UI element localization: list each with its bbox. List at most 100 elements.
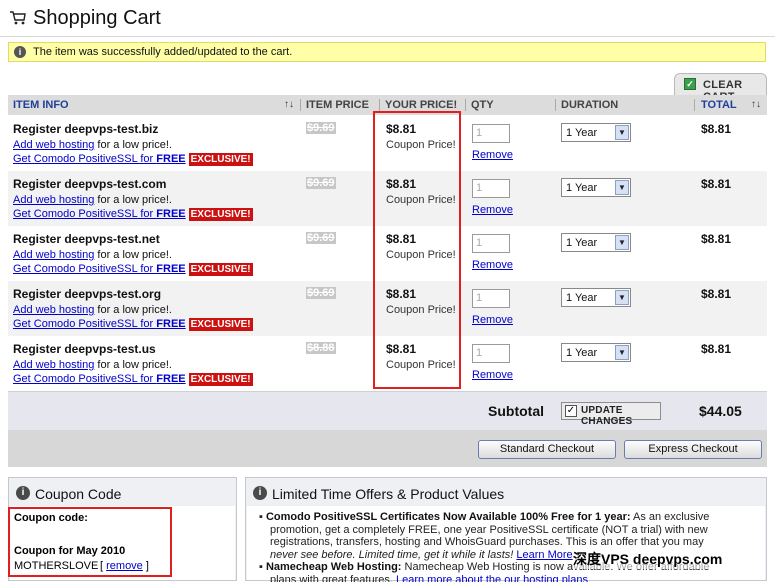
duration-select[interactable]: 1 Year ▼ [561,288,631,307]
quantity-input[interactable]: 1 [472,234,510,253]
column-item-price: ITEM PRICE [306,99,369,111]
hosting-suffix: for a low price!. [94,359,172,371]
quantity-input[interactable]: 1 [472,289,510,308]
remove-link[interactable]: Remove [472,314,513,326]
duration-select[interactable]: 1 Year ▼ [561,123,631,142]
notice-text: The item was successfully added/updated … [33,46,293,58]
item-total: $8.81 [701,177,732,191]
hosting-suffix: for a low price!. [94,249,172,261]
offer-ssl-title: Comodo PositiveSSL Certificates Now Avai… [265,511,631,523]
info-icon: i [14,46,26,58]
chevron-down-icon: ▼ [615,180,629,195]
sort-arrows-icon[interactable]: ↑↓ [751,99,761,110]
exclusive-badge: EXCLUSIVE! [188,153,253,166]
success-notice: i The item was successfully added/update… [8,42,766,62]
checkout-bar: Standard Checkout Express Checkout [8,430,767,467]
sort-arrows-icon[interactable]: ↑↓ [284,99,294,110]
duration-value: 1 Year [566,237,598,249]
offer-ssl-learn-more-link[interactable]: Learn More [516,549,572,561]
item-original-price: $8.88 [306,342,336,354]
subtotal-bar: Subtotal ✓ UPDATE CHANGES $44.05 [8,392,767,431]
column-divider [694,99,695,111]
duration-value: 1 Year [566,127,598,139]
remove-link[interactable]: Remove [472,204,513,216]
subtotal-label: Subtotal [488,403,544,419]
ssl-offer-link[interactable]: Get Comodo PositiveSSL for FREE [13,208,186,220]
add-hosting-link[interactable]: Add web hosting [13,194,94,206]
hosting-suffix: for a low price!. [94,304,172,316]
watermark: 深度VPS deepvps.com [573,549,723,569]
standard-checkout-button[interactable]: Standard Checkout [478,440,616,459]
ssl-link-text: Get Comodo PositiveSSL for [13,318,157,330]
column-your-price: YOUR PRICE! [385,99,458,111]
item-name: Register deepvps-test.us [13,342,156,356]
item-original-price: $9.69 [306,287,336,299]
duration-select[interactable]: 1 Year ▼ [561,343,631,362]
ssl-link-text: Get Comodo PositiveSSL for [13,373,157,385]
offer-ssl-line4: never see before. Limited time, get it w… [270,548,514,561]
item-total: $8.81 [701,287,732,301]
ssl-free-text: FREE [156,263,186,275]
ssl-free-text: FREE [156,373,186,385]
duration-value: 1 Year [566,347,598,359]
ssl-free-text: FREE [156,208,186,220]
ssl-offer-link[interactable]: Get Comodo PositiveSSL for FREE [13,153,186,165]
clear-cart-button[interactable]: ✓ CLEAR CART [674,73,767,103]
chevron-down-icon: ▼ [615,345,629,360]
exclusive-badge: EXCLUSIVE! [188,373,253,386]
duration-select[interactable]: 1 Year ▼ [561,233,631,252]
exclusive-badge: EXCLUSIVE! [188,263,253,276]
column-total[interactable]: TOTAL [701,99,737,111]
remove-link[interactable]: Remove [472,369,513,381]
offer-ssl-line3: registrations, transfers, hosting and Wh… [270,536,704,548]
ssl-offer-link[interactable]: Get Comodo PositiveSSL for FREE [13,263,186,275]
exclusive-badge: EXCLUSIVE! [188,318,253,331]
column-duration: DURATION [561,99,619,111]
add-hosting-link[interactable]: Add web hosting [13,359,94,371]
add-hosting-link[interactable]: Add web hosting [13,249,94,261]
duration-select[interactable]: 1 Year ▼ [561,178,631,197]
hosting-suffix: for a low price!. [94,194,172,206]
page-title: Shopping Cart [33,7,161,29]
chevron-down-icon: ▼ [615,235,629,250]
ssl-link-text: Get Comodo PositiveSSL for [13,263,157,275]
quantity-input[interactable]: 1 [472,344,510,363]
hosting-suffix: for a low price!. [94,139,172,151]
offer-ssl-line1: As an exclusive [630,511,710,523]
shopping-cart-icon [10,11,26,25]
express-checkout-button[interactable]: Express Checkout [624,440,762,459]
page-header: Shopping Cart [0,0,775,37]
item-name: Register deepvps-test.net [13,232,160,246]
column-item-info[interactable]: ITEM INFO [13,99,69,111]
info-icon: i [253,486,267,500]
offer-ssl-line2: promotion, get a completely FREE, one ye… [270,523,708,536]
duration-value: 1 Year [566,292,598,304]
exclusive-badge: EXCLUSIVE! [188,208,253,221]
quantity-input[interactable]: 1 [472,124,510,143]
info-icon: i [16,486,30,500]
update-changes-button[interactable]: ✓ UPDATE CHANGES [561,402,661,427]
item-total: $8.81 [701,232,732,246]
ssl-offer-link[interactable]: Get Comodo PositiveSSL for FREE [13,318,186,330]
update-changes-label: UPDATE CHANGES [581,405,633,427]
ssl-link-text: Get Comodo PositiveSSL for [13,208,157,220]
trash-icon: ✓ [684,78,696,90]
remove-link[interactable]: Remove [472,259,513,271]
item-original-price: $9.69 [306,122,336,134]
add-hosting-link[interactable]: Add web hosting [13,304,94,316]
offer-hosting-learn-more-link[interactable]: Learn more about the our hosting plans [396,574,588,582]
duration-value: 1 Year [566,182,598,194]
add-hosting-link[interactable]: Add web hosting [13,139,94,151]
column-qty: QTY [471,99,494,111]
item-name: Register deepvps-test.biz [13,122,159,136]
item-total: $8.81 [701,122,732,136]
price-highlight-box [373,111,461,389]
ssl-link-text: Get Comodo PositiveSSL for [13,153,157,165]
item-name: Register deepvps-test.com [13,177,167,191]
column-divider [465,99,466,111]
item-name: Register deepvps-test.org [13,287,162,301]
quantity-input[interactable]: 1 [472,179,510,198]
ssl-offer-link[interactable]: Get Comodo PositiveSSL for FREE [13,373,186,385]
remove-link[interactable]: Remove [472,149,513,161]
item-original-price: $9.69 [306,177,336,189]
